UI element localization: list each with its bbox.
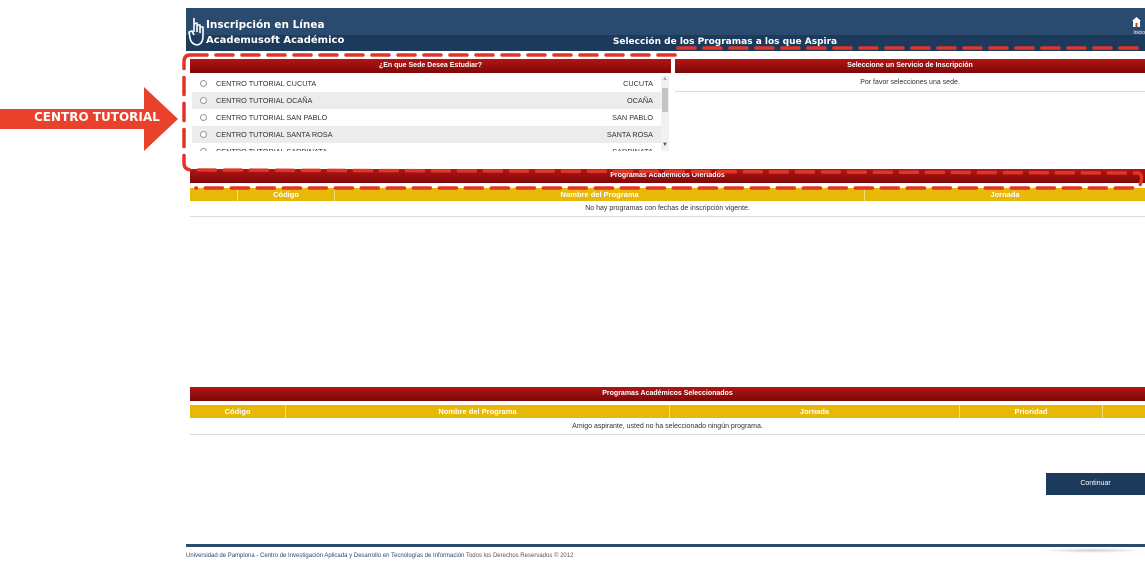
header-cell-jornada: Jornada — [670, 405, 960, 418]
sede-option[interactable]: CENTRO TUTORIAL SANTA ROSA SANTA ROSA — [192, 126, 669, 143]
ofertados-header: Código Nombre del Programa Jornada — [190, 188, 1145, 201]
sede-city: SAN PABLO — [612, 113, 653, 122]
sede-city: OCAÑA — [627, 96, 653, 105]
brand-subtitle: Academusoft Académico — [206, 35, 345, 46]
continue-button[interactable]: Continuar — [1046, 473, 1145, 495]
sede-name: CENTRO TUTORIAL SARDINATA — [216, 147, 589, 151]
divider — [190, 216, 1145, 217]
annotation-label: CENTRO TUTORIAL — [34, 110, 160, 124]
sede-option[interactable]: CENTRO TUTORIAL CUCUTA CUCUTA — [192, 75, 669, 92]
sede-city: SARDINATA — [589, 147, 669, 151]
home-icon[interactable] — [1132, 17, 1141, 27]
header-cell-blank — [1103, 405, 1145, 418]
footer-shadow — [1040, 548, 1145, 553]
scroll-up-icon[interactable]: ▲ — [662, 76, 668, 82]
sede-radio[interactable] — [200, 80, 207, 87]
sede-radio[interactable] — [200, 131, 207, 138]
divider — [190, 434, 1145, 435]
footer-rights: Todos los Derechos Reservados © 2012 — [464, 553, 574, 559]
sede-radio[interactable] — [200, 148, 207, 151]
servicio-message: Por favor selecciones una sede. — [860, 79, 960, 86]
footer-institution: Universidad de Pamplona - Centro de Inve… — [186, 553, 465, 559]
scroll-down-icon[interactable]: ▼ — [662, 142, 668, 148]
header-cell-codigo: Código — [190, 405, 286, 418]
sede-name: CENTRO TUTORIAL OCAÑA — [216, 96, 313, 105]
seleccionados-empty-message: Amigo aspirante, usted no ha seleccionad… — [572, 423, 763, 430]
seleccionados-header: Código Nombre del Programa Jornada Prior… — [190, 405, 1145, 418]
sede-option[interactable]: CENTRO TUTORIAL OCAÑA OCAÑA — [192, 92, 669, 109]
ofertados-empty-message: No hay programas con fechas de inscripci… — [585, 205, 750, 212]
header-cell-jornada: Jornada — [990, 190, 1020, 199]
servicio-panel-title: Seleccione un Servicio de Inscripción — [675, 59, 1145, 73]
divider — [675, 91, 1145, 92]
header-cell-nombre: Nombre del Programa — [335, 188, 865, 201]
page-title: Selección de los Programas a los que Asp… — [612, 37, 838, 47]
brand-title: Inscripción en Línea — [206, 19, 325, 31]
seleccionados-title: Programas Académicos Seleccionados — [190, 387, 1145, 401]
sede-city: SANTA ROSA — [606, 130, 653, 139]
header-cell-nombre: Nombre del Programa — [286, 405, 670, 418]
scroll-thumb[interactable] — [662, 88, 668, 112]
header-cell-codigo: Código — [238, 188, 335, 201]
sede-name: CENTRO TUTORIAL SANTA ROSA — [216, 130, 333, 139]
sede-list[interactable]: CENTRO TUTORIAL CUCUTA CUCUTA CENTRO TUTOR… — [192, 75, 669, 151]
sede-radio[interactable] — [200, 114, 207, 121]
header-cell-prioridad: Prioridad — [960, 405, 1103, 418]
home-link[interactable]: Inicio — [1133, 30, 1145, 36]
sede-name: CENTRO TUTORIAL SAN PABLO — [216, 113, 328, 122]
footer-text: Universidad de Pamplona - Centro de Inve… — [186, 553, 573, 559]
app-header: Inscripción en Línea Academusoft Académi… — [186, 8, 1145, 51]
sede-panel-title: ¿En que Sede Desea Estudiar? — [190, 59, 671, 73]
header-cell-blank — [190, 188, 238, 201]
footer-bar — [186, 544, 1145, 547]
sede-option[interactable]: CENTRO TUTORIAL SARDINATASARDINATA — [192, 143, 669, 151]
hand-pointer-icon — [188, 18, 204, 46]
sede-city: CUCUTA — [623, 79, 653, 88]
sede-scrollbar[interactable]: ▲ ▼ — [661, 76, 669, 151]
sede-radio[interactable] — [200, 97, 207, 104]
ofertados-title: Programas Académicos Ofertados — [190, 169, 1145, 183]
sede-name: CENTRO TUTORIAL CUCUTA — [216, 79, 317, 88]
sede-option[interactable]: CENTRO TUTORIAL SAN PABLO SAN PABLO — [192, 109, 669, 126]
